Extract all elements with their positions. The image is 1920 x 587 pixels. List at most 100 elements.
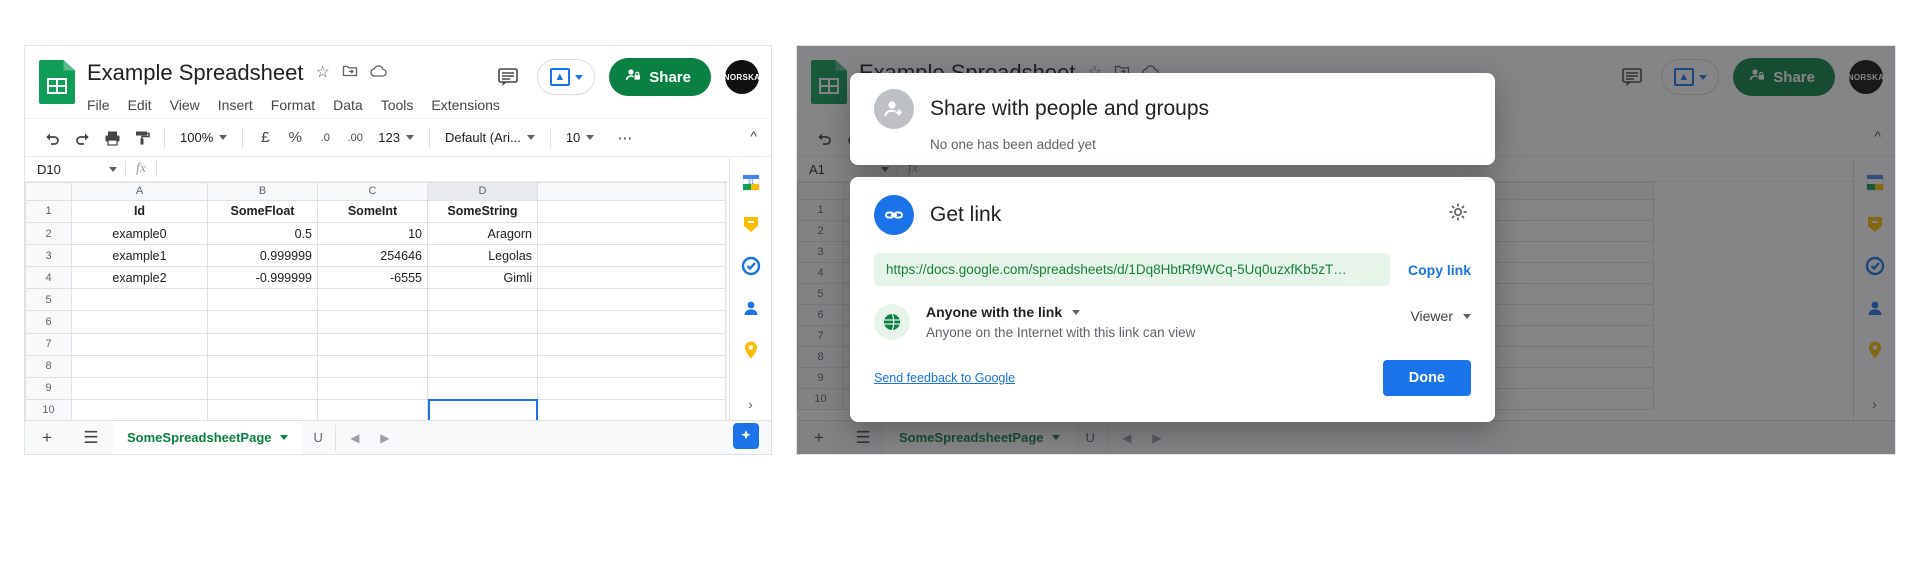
sheet-prev-icon[interactable]: ◀: [342, 425, 368, 451]
cell-d10-selected[interactable]: [427, 398, 538, 423]
cell-a9[interactable]: [71, 376, 208, 400]
keep-icon[interactable]: [739, 212, 763, 236]
cell-a2[interactable]: example0: [71, 221, 208, 246]
increase-decimal-button[interactable]: .00: [340, 124, 370, 152]
send-feedback-link[interactable]: Send feedback to Google: [874, 371, 1015, 385]
cell-b2[interactable]: 0.5: [207, 221, 318, 246]
row-number[interactable]: 4: [25, 266, 72, 290]
cell-c8[interactable]: [317, 354, 428, 378]
menu-insert[interactable]: Insert: [218, 97, 253, 113]
column-header-a[interactable]: A: [71, 182, 208, 201]
all-sheets-icon[interactable]: ☰: [69, 421, 113, 455]
cell-d3[interactable]: Legolas: [427, 244, 538, 268]
star-icon[interactable]: ☆: [315, 65, 329, 81]
cell-a4[interactable]: example2: [71, 266, 208, 290]
cell-d8[interactable]: [427, 354, 538, 378]
print-icon[interactable]: [97, 124, 127, 152]
font-selector[interactable]: Default (Ari...: [437, 125, 543, 151]
maps-icon[interactable]: [739, 338, 763, 362]
cell-c7[interactable]: [317, 332, 428, 356]
cell-b8[interactable]: [207, 354, 318, 378]
done-button[interactable]: Done: [1382, 360, 1471, 396]
corner-cell[interactable]: [25, 182, 72, 201]
gear-icon[interactable]: [1447, 201, 1469, 228]
cell-e2[interactable]: [537, 221, 726, 246]
row-number[interactable]: 6: [25, 310, 72, 334]
add-sheet-icon[interactable]: +: [25, 421, 69, 455]
cell-e8[interactable]: [537, 354, 726, 378]
chevron-down-icon[interactable]: [574, 74, 583, 80]
row-number[interactable]: 5: [25, 288, 72, 312]
row-number[interactable]: 3: [25, 244, 72, 268]
cell-e7[interactable]: [537, 332, 726, 356]
menu-view[interactable]: View: [170, 97, 200, 113]
cell-a3[interactable]: example1: [71, 244, 208, 268]
avatar[interactable]: NORSKA: [724, 60, 760, 94]
cell-b7[interactable]: [207, 332, 318, 356]
present-button[interactable]: ▲: [537, 59, 596, 95]
cell-c6[interactable]: [317, 310, 428, 334]
collapse-toolbar-icon[interactable]: ^: [750, 128, 757, 144]
sheet-next-icon[interactable]: ▶: [372, 425, 398, 451]
menu-extensions[interactable]: Extensions: [431, 97, 499, 113]
column-header-b[interactable]: B: [207, 182, 318, 201]
cell-e4[interactable]: [537, 266, 726, 290]
column-header-e[interactable]: [537, 182, 726, 201]
permission-selector[interactable]: Anyone with the link: [926, 304, 1394, 320]
zoom-selector[interactable]: 100%: [172, 125, 235, 151]
cell-b9[interactable]: [207, 376, 318, 400]
paint-format-icon[interactable]: [127, 124, 157, 152]
cell-a6[interactable]: [71, 310, 208, 334]
cell-e9[interactable]: [537, 376, 726, 400]
contacts-icon[interactable]: [739, 296, 763, 320]
cell-d1[interactable]: SomeString: [427, 199, 538, 224]
cell-c5[interactable]: [317, 288, 428, 312]
comment-icon[interactable]: [493, 62, 523, 92]
role-selector[interactable]: Viewer: [1410, 304, 1471, 324]
row-number[interactable]: 8: [25, 354, 72, 378]
explore-icon[interactable]: [733, 423, 759, 449]
cell-b4[interactable]: -0.999999: [207, 266, 318, 290]
chevron-down-icon[interactable]: [279, 435, 288, 440]
cell-a1[interactable]: Id: [71, 199, 208, 224]
column-header-c[interactable]: C: [317, 182, 428, 201]
share-url-field[interactable]: https://docs.google.com/spreadsheets/d/1…: [874, 253, 1390, 286]
sheet-tab-u[interactable]: U: [302, 421, 335, 455]
percent-button[interactable]: %: [280, 124, 310, 152]
menu-edit[interactable]: Edit: [128, 97, 152, 113]
cell-d4[interactable]: Gimli: [427, 266, 538, 290]
cell-c4[interactable]: -6555: [317, 266, 428, 290]
calendar-icon[interactable]: 31: [739, 170, 763, 194]
cell-d2[interactable]: Aragorn: [427, 221, 538, 246]
more-toolbar-button[interactable]: ⋯: [610, 124, 640, 152]
cell-e6[interactable]: [537, 310, 726, 334]
menu-format[interactable]: Format: [271, 97, 315, 113]
menu-file[interactable]: File: [87, 97, 110, 113]
row-number[interactable]: 7: [25, 332, 72, 356]
cell-b6[interactable]: [207, 310, 318, 334]
cell-e5[interactable]: [537, 288, 726, 312]
cell-d7[interactable]: [427, 332, 538, 356]
undo-icon[interactable]: [37, 124, 67, 152]
cell-d9[interactable]: [427, 376, 538, 400]
move-to-folder-icon[interactable]: [342, 63, 358, 83]
cell-b1[interactable]: SomeFloat: [207, 199, 318, 224]
share-button[interactable]: Share: [609, 58, 711, 96]
cell-e3[interactable]: [537, 244, 726, 268]
row-number[interactable]: 1: [25, 199, 72, 224]
row-number[interactable]: 2: [25, 221, 72, 246]
menu-data[interactable]: Data: [333, 97, 363, 113]
cell-a5[interactable]: [71, 288, 208, 312]
copy-link-button[interactable]: Copy link: [1408, 262, 1471, 278]
cell-c3[interactable]: 254646: [317, 244, 428, 268]
cell-a10[interactable]: [71, 398, 208, 423]
font-size-selector[interactable]: 10: [558, 125, 610, 151]
cell-d6[interactable]: [427, 310, 538, 334]
expand-rail-icon[interactable]: ›: [748, 396, 753, 412]
cell-d5[interactable]: [427, 288, 538, 312]
redo-icon[interactable]: [67, 124, 97, 152]
row-number[interactable]: 10: [25, 398, 72, 423]
menu-tools[interactable]: Tools: [381, 97, 414, 113]
cell-b5[interactable]: [207, 288, 318, 312]
cloud-saved-icon[interactable]: [370, 64, 388, 82]
